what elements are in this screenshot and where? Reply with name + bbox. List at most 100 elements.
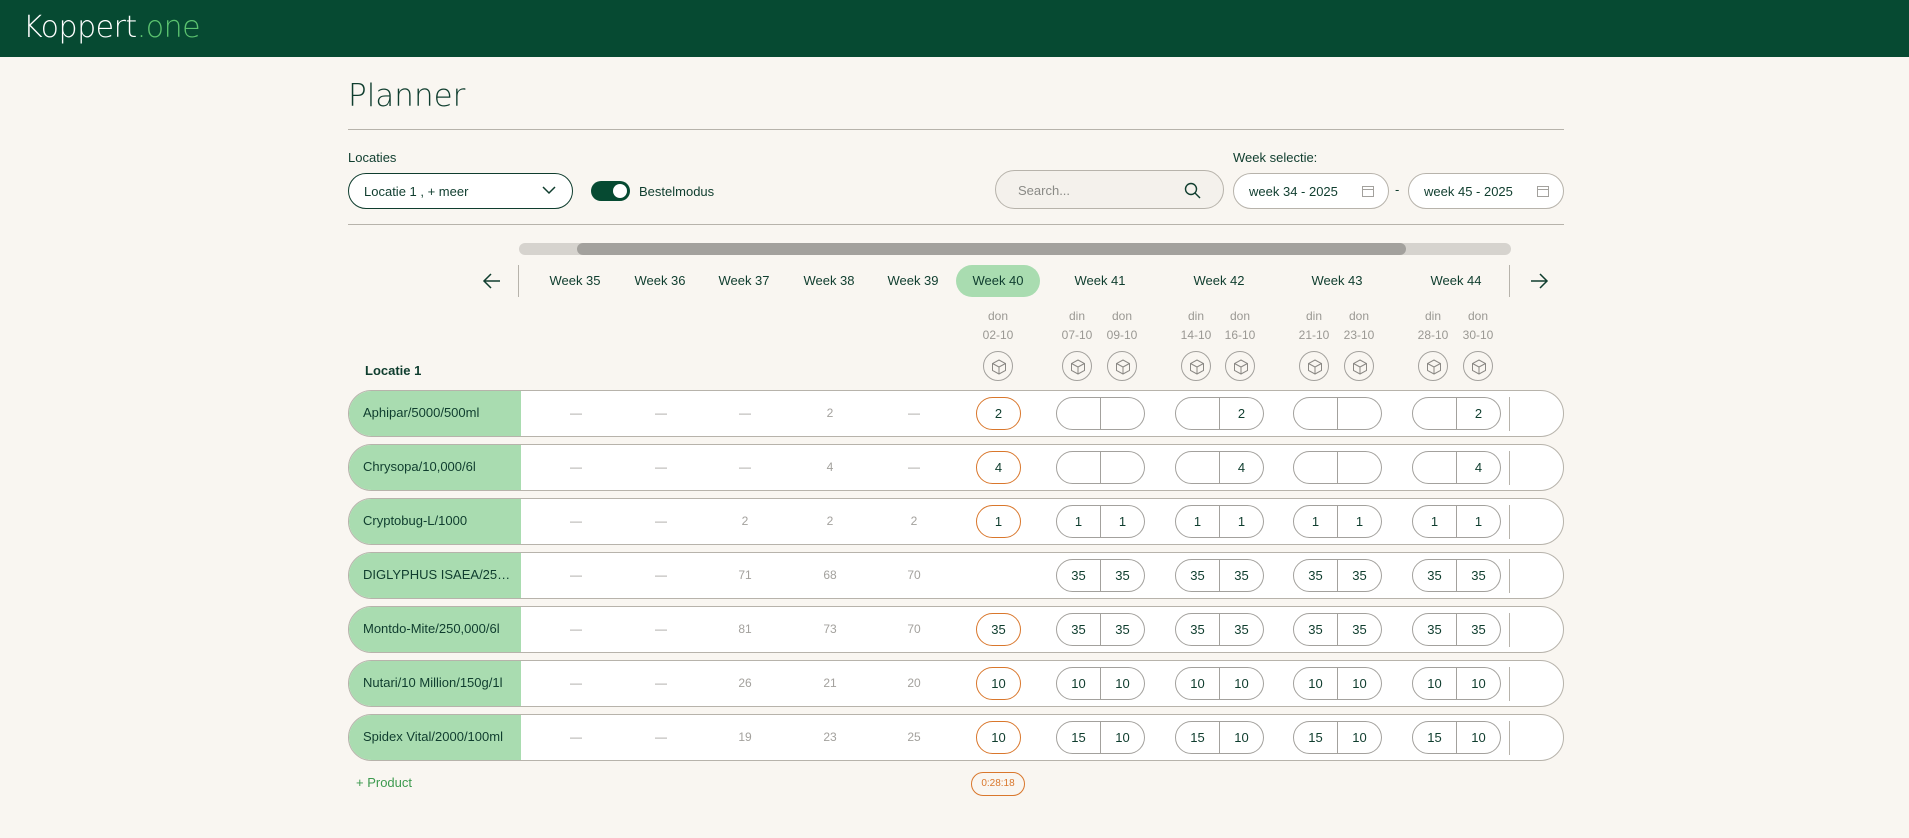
order-quantity-input[interactable] [1175,397,1220,430]
order-quantity-input[interactable]: 35 [1175,613,1220,646]
week-from-picker[interactable]: week 34 - 2025 [1233,173,1389,209]
order-quantity-input[interactable]: 15 [1412,721,1457,754]
arrow-right-icon[interactable] [1529,272,1549,290]
week-tab[interactable]: Week 36 [620,265,700,297]
order-quantity-input[interactable]: 2 [976,397,1021,430]
order-quantity-input[interactable]: 35 [976,613,1021,646]
order-quantity-input[interactable] [1056,397,1101,430]
order-quantity-input[interactable]: 35 [1220,613,1264,646]
order-quantity-input[interactable] [1338,397,1382,430]
order-quantity-input[interactable]: 10 [976,721,1021,754]
order-quantity-input[interactable]: 35 [1220,559,1264,592]
order-quantity-input[interactable] [1293,397,1338,430]
order-quantity-input[interactable]: 10 [1175,667,1220,700]
package-icon[interactable] [1418,351,1448,381]
add-product-button[interactable]: + Product [356,775,412,790]
product-name-cell[interactable]: Montdo-Mite/250,000/6l [349,607,521,652]
package-icon[interactable] [1107,351,1137,381]
week-tab[interactable]: Week 42 [1174,265,1264,297]
order-quantity-input[interactable] [1338,451,1382,484]
product-name-cell[interactable]: Chrysopa/10,000/6l [349,445,521,490]
order-quantity-input[interactable]: 35 [1457,613,1501,646]
order-quantity-input[interactable]: 35 [1056,559,1101,592]
order-quantity-input[interactable] [1101,397,1145,430]
package-icon[interactable] [1062,351,1092,381]
week-tab[interactable]: Week 37 [704,265,784,297]
order-quantity-input[interactable] [1175,451,1220,484]
nav-divider-left [518,265,519,297]
order-quantity-input[interactable] [1101,451,1145,484]
order-quantity-input[interactable]: 10 [976,667,1021,700]
order-quantity-input[interactable]: 4 [1457,451,1501,484]
search-icon[interactable] [1184,182,1201,199]
arrow-left-icon[interactable] [482,272,502,290]
order-quantity-input[interactable]: 10 [1056,667,1101,700]
search-input[interactable]: Search... [995,170,1224,209]
locations-dropdown[interactable]: Locatie 1 , + meer [348,173,573,209]
order-quantity-input[interactable]: 15 [1175,721,1220,754]
order-quantity-input[interactable]: 2 [1457,397,1501,430]
week-tab[interactable]: Week 44 [1411,265,1501,297]
koppert-logo[interactable]: Koppert.one [23,10,201,45]
order-quantity-input[interactable]: 1 [1457,505,1501,538]
order-quantity-input[interactable]: 35 [1293,613,1338,646]
week-to-picker[interactable]: week 45 - 2025 [1408,173,1564,209]
order-quantity-input[interactable]: 10 [1293,667,1338,700]
week-tab[interactable]: Week 39 [873,265,953,297]
order-quantity-input[interactable]: 15 [1056,721,1101,754]
week-tab[interactable]: Week 41 [1055,265,1145,297]
order-quantity-input[interactable]: 35 [1293,559,1338,592]
package-icon[interactable] [1463,351,1493,381]
horizontal-scrollbar-thumb[interactable] [577,243,1406,255]
order-quantity-input[interactable] [1056,451,1101,484]
product-name-cell[interactable]: DIGLYPHUS ISAEA/250/100ml [349,553,521,598]
order-quantity-input[interactable]: 35 [1101,613,1145,646]
order-quantity-input[interactable]: 1 [1220,505,1264,538]
order-quantity-input[interactable]: 35 [1412,559,1457,592]
package-icon[interactable] [1344,351,1374,381]
order-quantity-input[interactable]: 4 [1220,451,1264,484]
product-name-cell[interactable]: Cryptobug-L/1000 [349,499,521,544]
product-name-cell[interactable]: Spidex Vital/2000/100ml [349,715,521,760]
package-icon[interactable] [1181,351,1211,381]
order-quantity-input[interactable]: 1 [1293,505,1338,538]
order-quantity-input[interactable]: 10 [1457,721,1501,754]
order-quantity-input[interactable]: 35 [1056,613,1101,646]
order-quantity-input[interactable]: 1 [976,505,1021,538]
order-quantity-input[interactable]: 10 [1220,667,1264,700]
package-icon[interactable] [1299,351,1329,381]
order-quantity-input[interactable] [1293,451,1338,484]
package-icon[interactable] [983,351,1013,381]
order-quantity-input[interactable]: 10 [1101,721,1145,754]
order-quantity-input[interactable]: 10 [1220,721,1264,754]
order-quantity-input[interactable]: 1 [1338,505,1382,538]
order-quantity-input[interactable]: 1 [1412,505,1457,538]
product-name-cell[interactable]: Nutari/10 Million/150g/1l [349,661,521,706]
order-quantity-input[interactable]: 1 [1175,505,1220,538]
order-quantity-input[interactable] [1412,397,1457,430]
order-quantity-input[interactable]: 35 [1412,613,1457,646]
order-quantity-input[interactable]: 10 [1338,667,1382,700]
order-quantity-input[interactable]: 35 [1101,559,1145,592]
order-quantity-input[interactable]: 1 [1101,505,1145,538]
order-quantity-input[interactable]: 10 [1338,721,1382,754]
order-quantity-input[interactable]: 35 [1338,559,1382,592]
order-quantity-input[interactable]: 35 [1175,559,1220,592]
package-icon[interactable] [1225,351,1255,381]
product-name-cell[interactable]: Aphipar/5000/500ml [349,391,521,436]
order-quantity-input[interactable]: 2 [1220,397,1264,430]
week-tab[interactable]: Week 38 [789,265,869,297]
order-quantity-input[interactable]: 15 [1293,721,1338,754]
order-quantity-input[interactable]: 10 [1412,667,1457,700]
order-quantity-input[interactable]: 10 [1457,667,1501,700]
order-quantity-input[interactable] [1412,451,1457,484]
week-tab[interactable]: Week 35 [535,265,615,297]
order-quantity-input[interactable]: 1 [1056,505,1101,538]
order-quantity-input[interactable]: 35 [1338,613,1382,646]
order-quantity-input[interactable]: 4 [976,451,1021,484]
week-tab[interactable]: Week 40 [956,265,1040,297]
order-quantity-input[interactable]: 35 [1457,559,1501,592]
order-mode-toggle[interactable] [591,181,630,201]
week-tab[interactable]: Week 43 [1292,265,1382,297]
order-quantity-input[interactable]: 10 [1101,667,1145,700]
